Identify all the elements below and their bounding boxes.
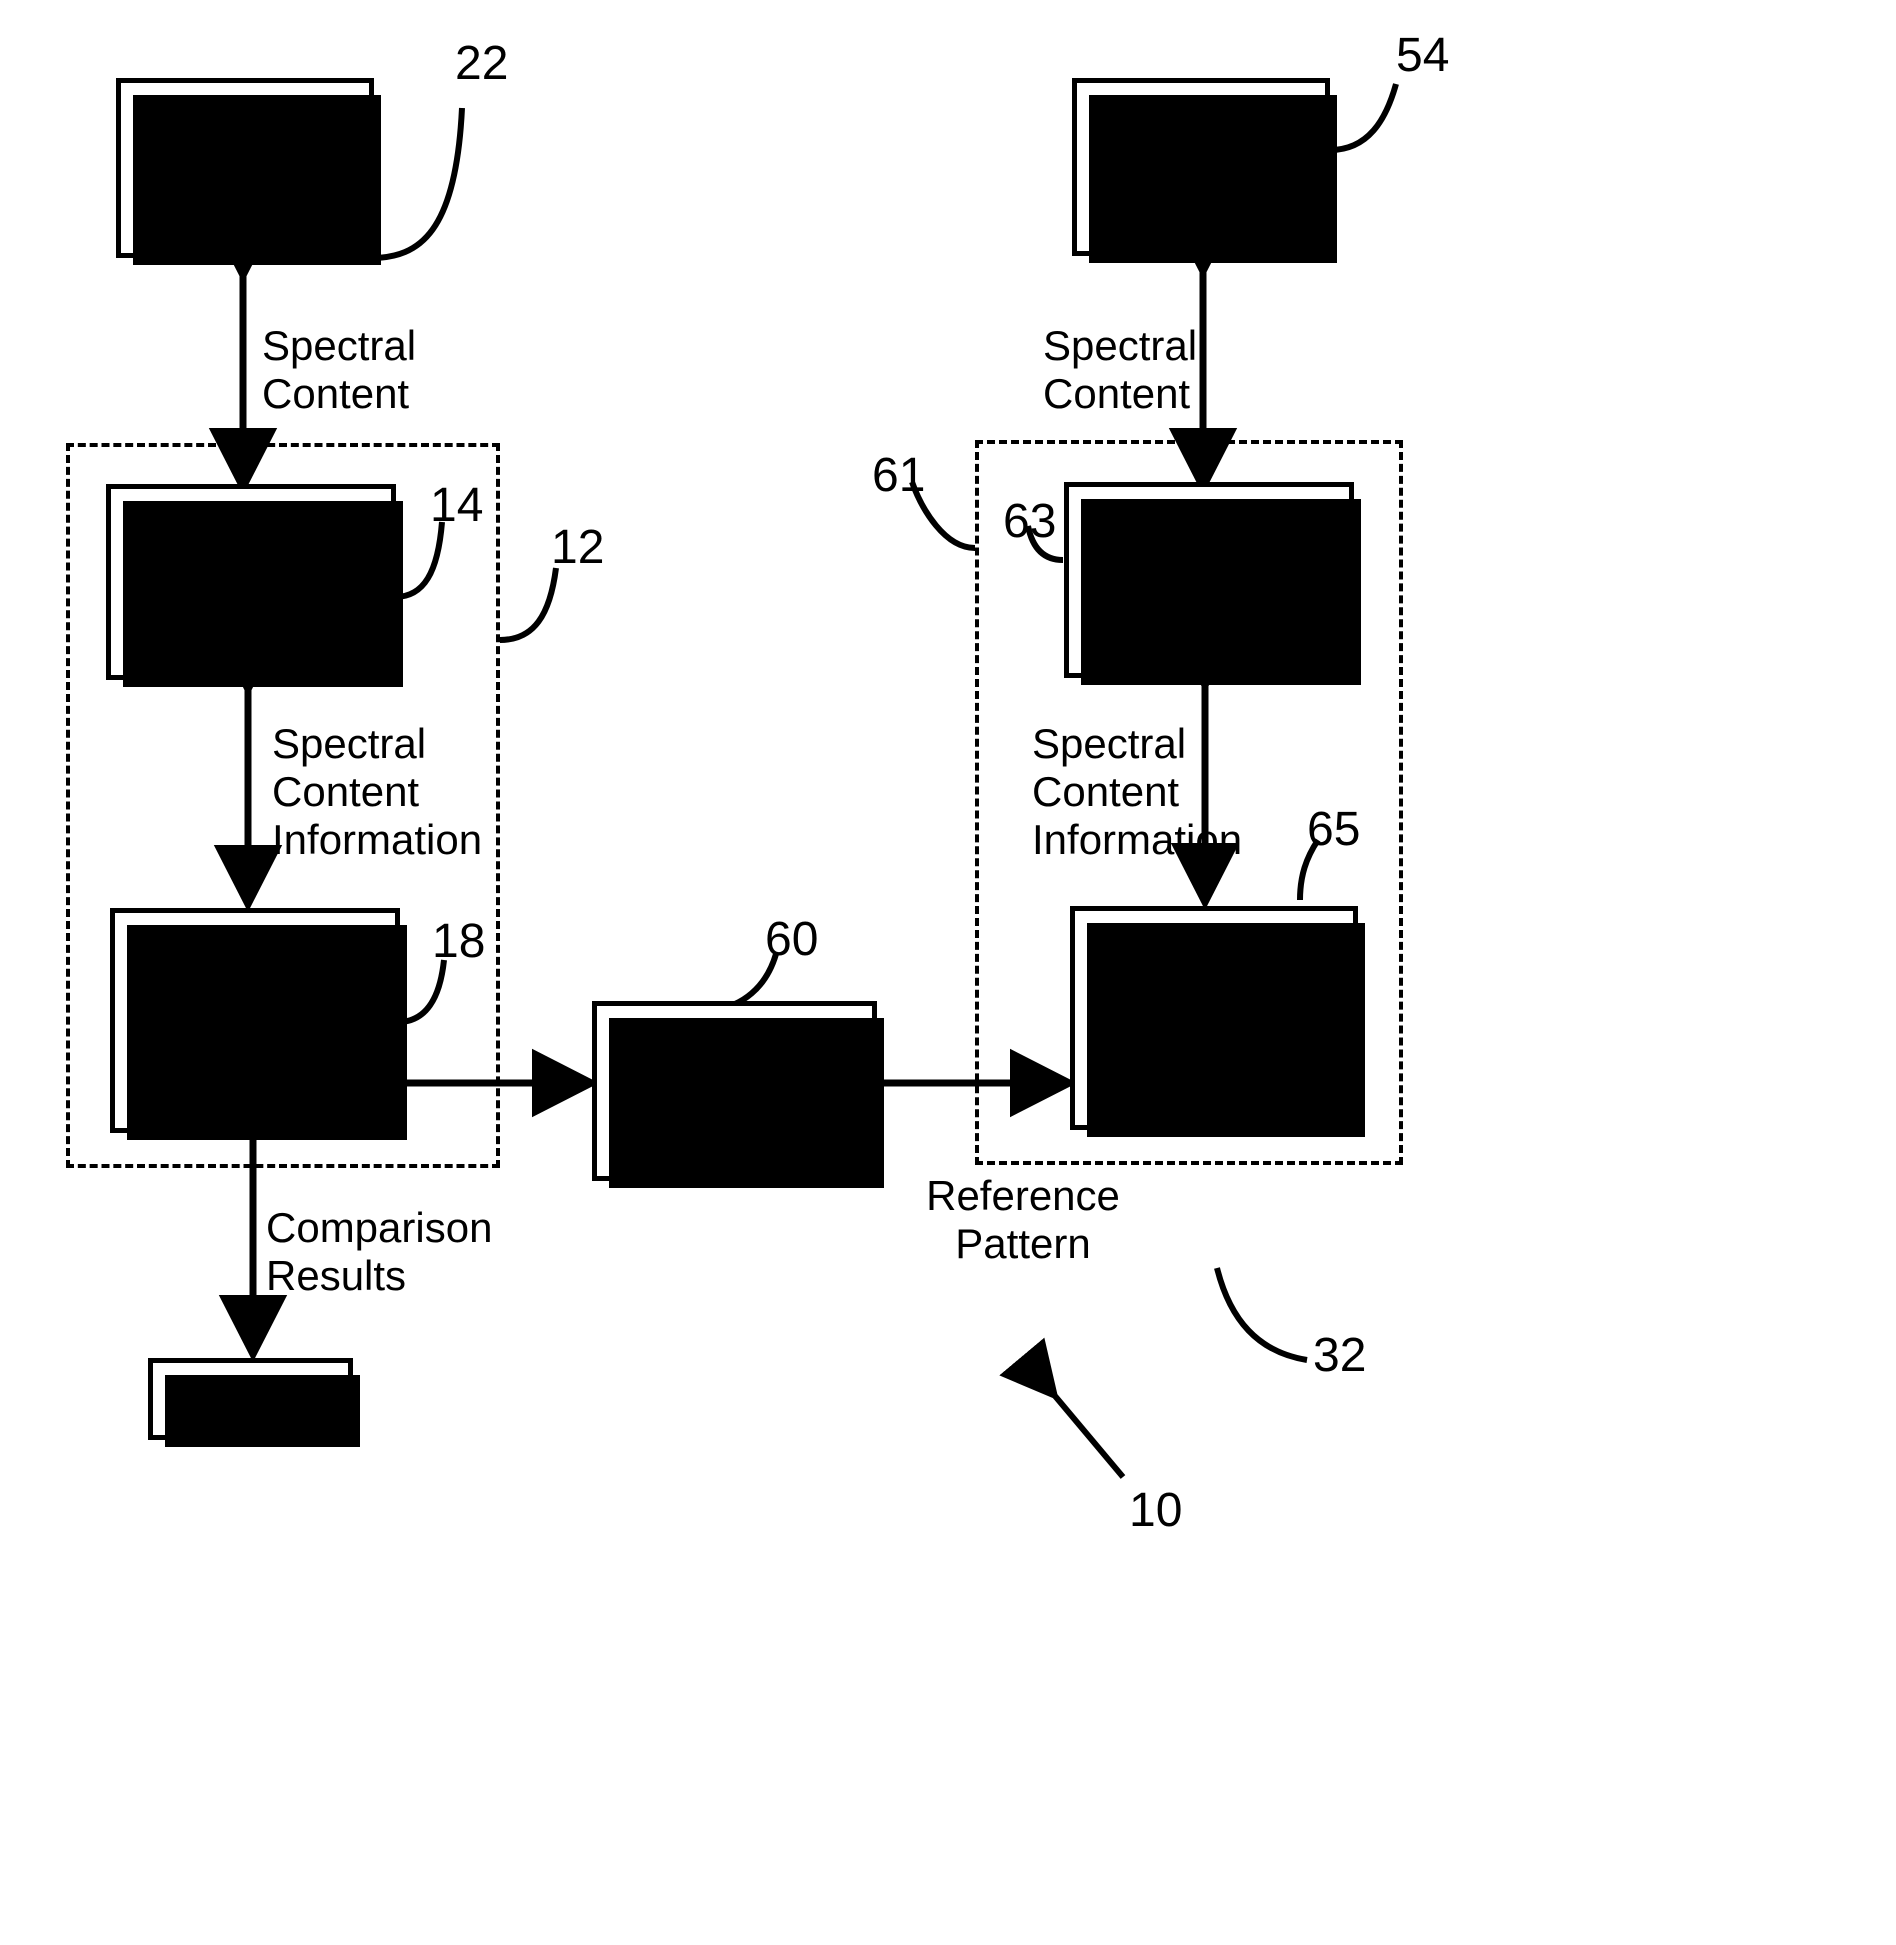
computer-spatial-analysis-software-box[interactable]: Computer/ Spatial Analysis Software (110, 908, 407, 1140)
spectral-content-information-right-label: Spectral Content Information (1032, 720, 1243, 863)
reference-pattern-label: Reference Pattern (926, 1172, 1120, 1267)
reference-object-box[interactable]: Reference Object (1072, 78, 1337, 263)
leader-22 (370, 107, 465, 261)
numeral-18: 18 (432, 915, 486, 968)
reference-pattern-database-box[interactable]: Reference Pattern Database (592, 1001, 884, 1188)
spectrum-measuring-device-left-label: Spectrum Measuring Device (152, 508, 350, 654)
spectral-content-right-label: Spectral Content (1043, 322, 1198, 417)
patent-figure: Sampled Object Reference Object Spectrum… (0, 0, 1896, 1945)
numeral-63: 63 (1003, 495, 1057, 548)
user-label: User (206, 1374, 295, 1422)
spectrum-measuring-device-right-box[interactable]: Spectrum Measuring Device (1064, 482, 1361, 685)
comparison-results-label: Comparison Results (266, 1204, 493, 1299)
computer-pattern-generator-program-label: Computer/ Pattern Generator Program (1115, 920, 1313, 1114)
spectrum-measuring-device-right-label: Spectrum Measuring Device (1110, 506, 1308, 652)
leader-54 (1329, 83, 1399, 153)
numeral-10: 10 (1129, 1484, 1183, 1537)
leader-32 (1214, 1267, 1308, 1363)
leader-10 (999, 1337, 1126, 1479)
user-box[interactable]: User (148, 1358, 360, 1447)
numeral-32: 32 (1313, 1329, 1367, 1382)
spectrum-measuring-device-left-box[interactable]: Spectrum Measuring Device (106, 484, 403, 687)
spectral-content-information-left-label: Spectral Content Information (272, 720, 483, 863)
reference-object-label: Reference Object (1104, 118, 1298, 214)
sampled-object-label: Sampled Object (162, 119, 328, 215)
computer-pattern-generator-program-box[interactable]: Computer/ Pattern Generator Program (1070, 906, 1365, 1137)
numeral-60: 60 (765, 913, 819, 966)
numeral-12: 12 (551, 521, 605, 574)
numeral-61: 61 (872, 449, 926, 502)
computer-spatial-analysis-software-label: Computer/ Spatial Analysis Software (156, 923, 354, 1117)
sampled-object-box[interactable]: Sampled Object (116, 78, 381, 265)
spectral-content-left-label: Spectral Content (262, 322, 417, 417)
numeral-54: 54 (1396, 29, 1450, 82)
numeral-22: 22 (455, 37, 509, 90)
numeral-65: 65 (1307, 803, 1361, 856)
reference-pattern-database-label: Reference Pattern Database (637, 1017, 832, 1163)
numeral-14: 14 (430, 479, 484, 532)
leader-12 (499, 567, 559, 643)
